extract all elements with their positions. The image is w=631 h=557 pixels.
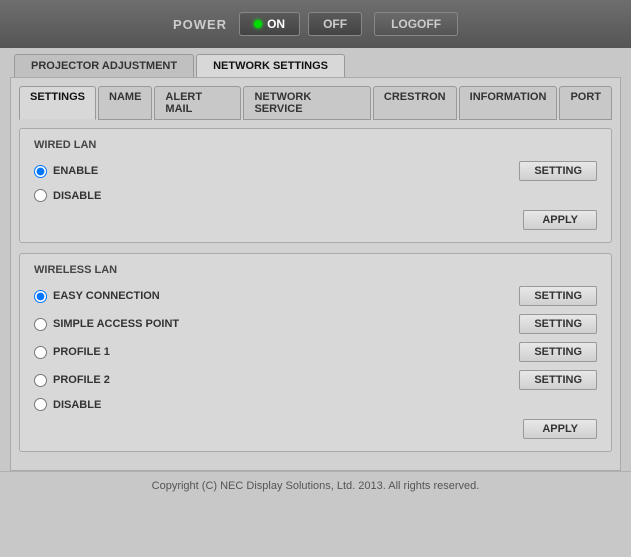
power-on-label: ON <box>267 17 285 31</box>
wireless-easy-setting-button[interactable]: SETTING <box>519 286 597 306</box>
power-on-button[interactable]: ON <box>239 12 300 36</box>
wired-disable-label: DISABLE <box>53 190 193 202</box>
wired-enable-radio[interactable] <box>34 165 47 178</box>
logoff-button[interactable]: LOGOFF <box>374 12 458 36</box>
wireless-profile1-radio[interactable] <box>34 346 47 359</box>
wired-enable-setting-button[interactable]: SETTING <box>519 161 597 181</box>
tab-network-settings[interactable]: NETWORK SETTINGS <box>196 54 345 77</box>
power-off-button[interactable]: OFF <box>308 12 362 36</box>
wired-enable-label: ENABLE <box>53 165 193 177</box>
wireless-easy-radio[interactable] <box>34 290 47 303</box>
wireless-lan-section: WIRELESS LAN EASY CONNECTION SETTING SIM… <box>19 253 612 452</box>
footer: Copyright (C) NEC Display Solutions, Ltd… <box>0 471 631 496</box>
wired-disable-row: DISABLE <box>34 189 597 202</box>
sub-tab-information[interactable]: INFORMATION <box>459 86 558 120</box>
wireless-disable-radio[interactable] <box>34 398 47 411</box>
main-tabs: PROJECTOR ADJUSTMENT NETWORK SETTINGS <box>0 48 631 77</box>
wireless-apply-button[interactable]: APPLY <box>523 419 597 439</box>
power-off-label: OFF <box>323 17 347 31</box>
sub-tabs: SETTINGS NAME ALERT MAIL NETWORK SERVICE… <box>19 86 612 120</box>
copyright-text: Copyright (C) NEC Display Solutions, Ltd… <box>152 480 480 492</box>
top-bar: POWER ON OFF LOGOFF <box>0 0 631 48</box>
wireless-profile2-row: PROFILE 2 SETTING <box>34 370 597 390</box>
tab-projector-adjustment[interactable]: PROJECTOR ADJUSTMENT <box>14 54 194 77</box>
wireless-profile1-setting-button[interactable]: SETTING <box>519 342 597 362</box>
wired-lan-title: WIRED LAN <box>34 139 597 151</box>
wireless-profile2-label: PROFILE 2 <box>53 374 193 386</box>
power-led <box>254 20 262 28</box>
wireless-simple-setting-button[interactable]: SETTING <box>519 314 597 334</box>
content-area: SETTINGS NAME ALERT MAIL NETWORK SERVICE… <box>10 77 621 471</box>
wireless-profile1-row: PROFILE 1 SETTING <box>34 342 597 362</box>
wireless-simple-radio[interactable] <box>34 318 47 331</box>
sub-tab-alert-mail[interactable]: ALERT MAIL <box>154 86 241 120</box>
sub-tab-settings[interactable]: SETTINGS <box>19 86 96 120</box>
sub-tab-name[interactable]: NAME <box>98 86 152 120</box>
sub-tab-network-service[interactable]: NETWORK SERVICE <box>243 86 370 120</box>
wireless-disable-label: DISABLE <box>53 399 193 411</box>
wired-disable-radio[interactable] <box>34 189 47 202</box>
wired-enable-row: ENABLE SETTING <box>34 161 597 181</box>
wireless-easy-label: EASY CONNECTION <box>53 290 193 302</box>
wired-apply-row: APPLY <box>34 210 597 230</box>
sub-tab-crestron[interactable]: CRESTRON <box>373 86 457 120</box>
wireless-disable-row: DISABLE <box>34 398 597 411</box>
wireless-lan-title: WIRELESS LAN <box>34 264 597 276</box>
wireless-apply-row: APPLY <box>34 419 597 439</box>
power-label: POWER <box>173 17 227 32</box>
wireless-profile1-label: PROFILE 1 <box>53 346 193 358</box>
wireless-simple-row: SIMPLE ACCESS POINT SETTING <box>34 314 597 334</box>
wired-apply-button[interactable]: APPLY <box>523 210 597 230</box>
wireless-profile2-setting-button[interactable]: SETTING <box>519 370 597 390</box>
wireless-easy-row: EASY CONNECTION SETTING <box>34 286 597 306</box>
wireless-simple-label: SIMPLE ACCESS POINT <box>53 318 193 330</box>
logoff-label: LOGOFF <box>391 17 441 31</box>
sub-tab-port[interactable]: PORT <box>559 86 612 120</box>
wireless-profile2-radio[interactable] <box>34 374 47 387</box>
wired-lan-section: WIRED LAN ENABLE SETTING DISABLE APPLY <box>19 128 612 243</box>
